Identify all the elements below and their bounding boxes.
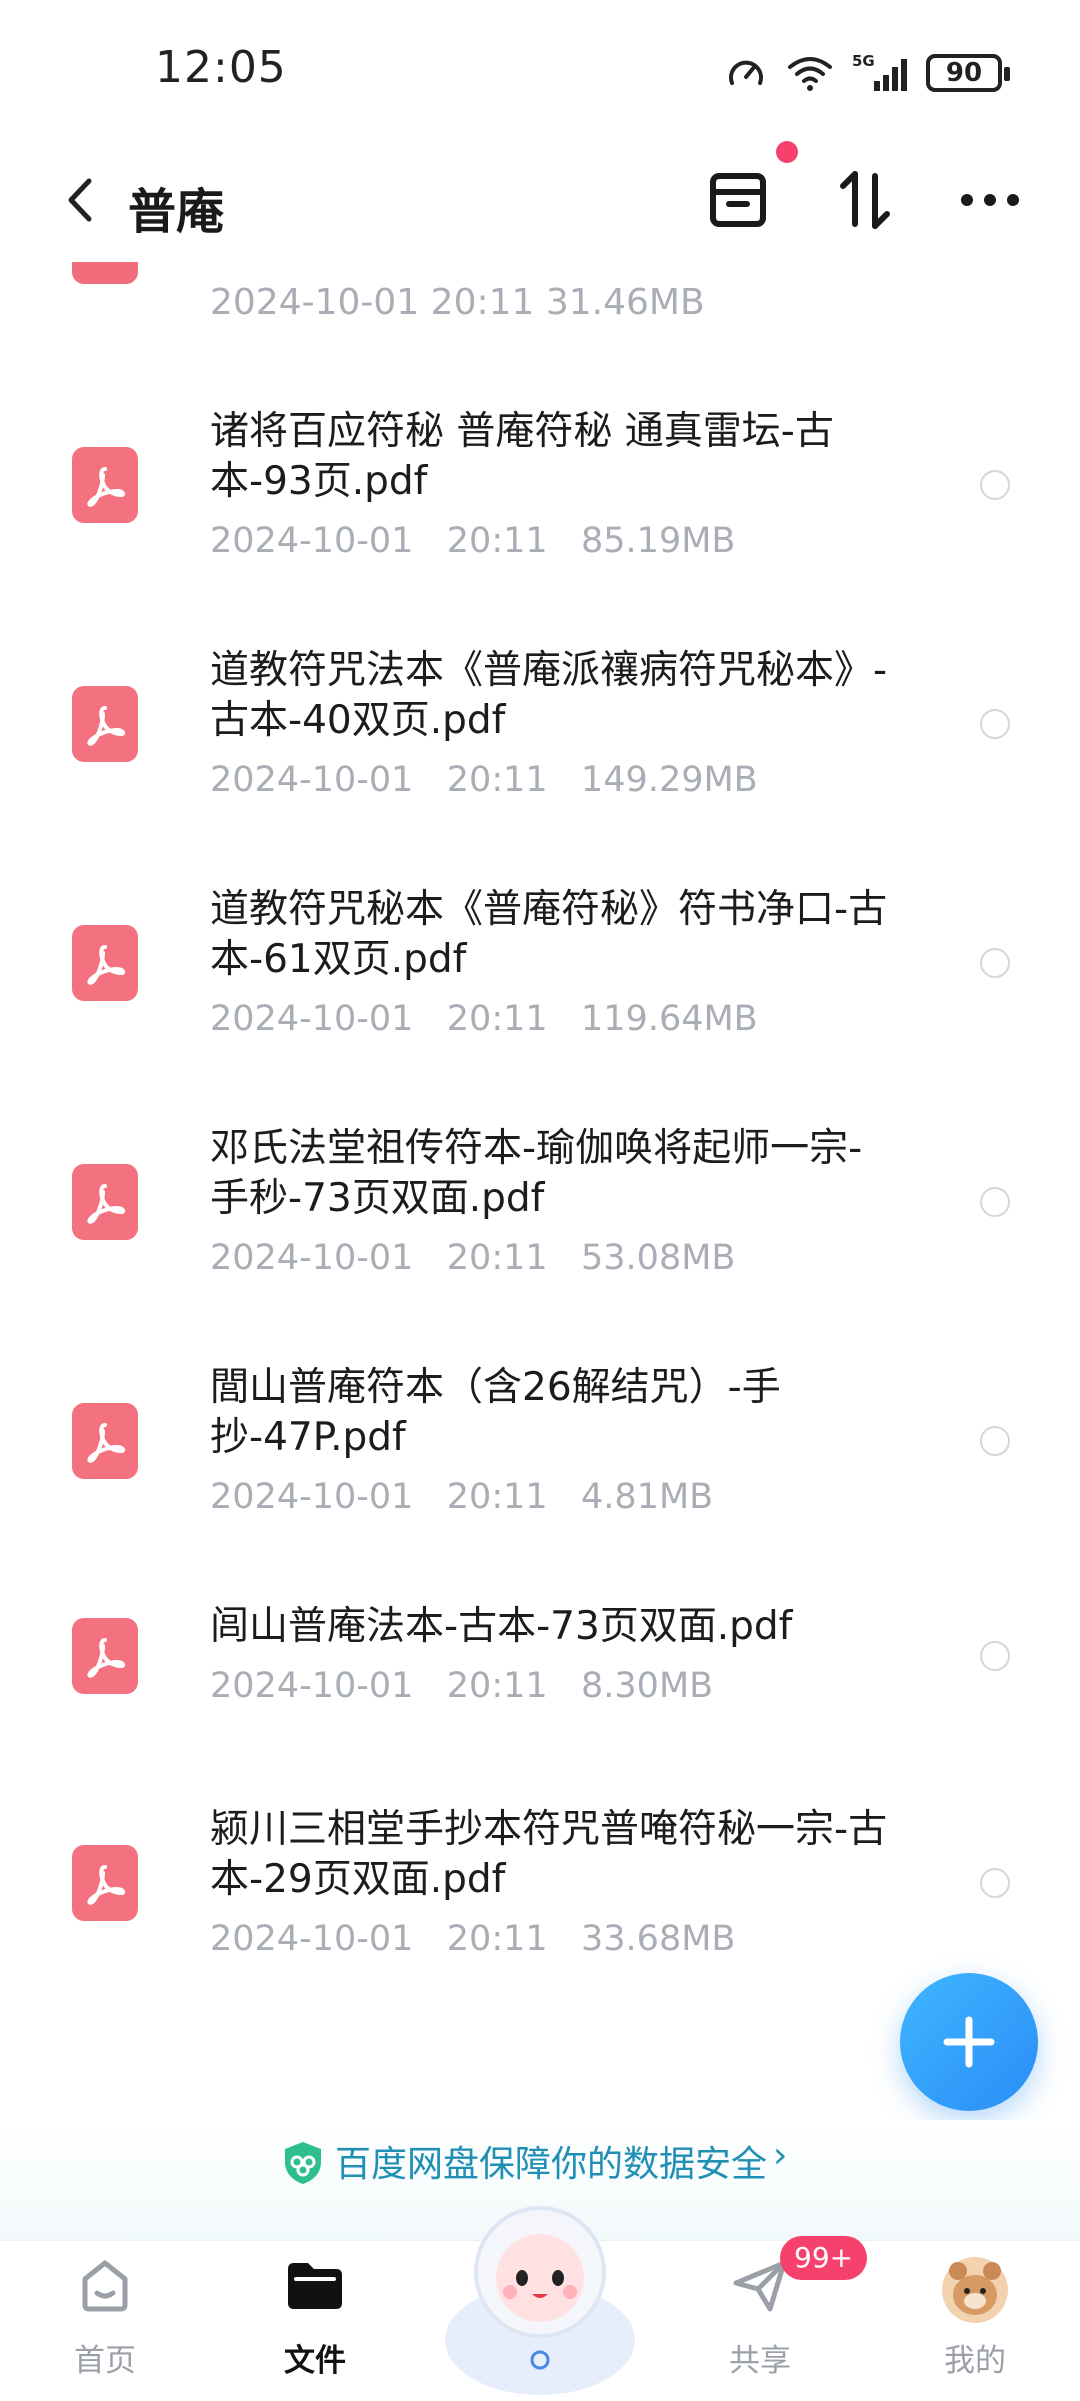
chevron-right-icon: › [773,2135,788,2176]
file-meta: 2024-10-01 20:11 4.81MB [210,1477,714,1517]
status-bar: 12:05 5G 90 [0,0,1080,140]
select-radio[interactable] [980,1868,1010,1898]
pdf-icon [72,1618,138,1694]
nav-home[interactable] [35,2255,175,2319]
back-button[interactable] [50,170,110,230]
file-meta: 2024-10-01 20:11 119.64MB [210,999,758,1039]
wifi-icon [788,57,832,91]
plus-icon [943,2016,995,2068]
file-name: 邓氏法堂祖传符本-瑜伽唤将起师一宗-手秒-73页双面.pdf [210,1126,863,1221]
speed-icon [729,60,763,85]
shield-icon [285,2142,321,2184]
select-radio[interactable] [980,1426,1010,1456]
select-radio[interactable] [980,709,1010,739]
select-radio[interactable] [980,1187,1010,1217]
pdf-icon [72,1403,138,1479]
status-icons: 5G 90 [724,48,1010,98]
more-button[interactable] [955,165,1025,235]
file-name: 閭山普庵符本（含26解结咒）-手抄-47P.pdf [210,1365,781,1460]
file-name: 诸将百应符秘 普庵符秘 通真雷坛-古本-93页.pdf [210,409,834,504]
pdf-icon [72,1164,138,1240]
sort-button[interactable] [830,165,900,235]
file-name: 闾山普庵法本-古本-73页双面.pdf [210,1604,793,1649]
share-badge: 99+ [780,2236,868,2280]
file-meta: 2024-10-01 20:11 85.19MB [210,521,736,561]
add-fab-button[interactable] [900,1973,1038,2111]
more-icon [961,194,1019,206]
status-time: 12:05 [155,42,287,93]
file-meta: 2024-10-01 20:11 149.29MB [210,760,758,800]
nav-share-label: 共享 [729,2343,791,2379]
nav-files-label: 文件 [284,2343,346,2379]
select-radio[interactable] [980,948,1010,978]
file-meta: 2024-10-01 20:11 8.30MB [210,1666,714,1706]
mascot-button[interactable] [430,2180,650,2400]
file-name: 道教符咒秘本《普庵符秘》符书净口-古本-61双页.pdf [210,887,888,982]
pdf-icon [72,686,138,762]
pdf-icon [72,1845,138,1921]
sort-icon [840,171,890,229]
folder-icon [288,2263,342,2309]
select-radio[interactable] [980,470,1010,500]
app-header: 普庵 [0,140,1080,260]
pdf-icon [72,262,138,284]
chevron-left-icon [68,178,92,222]
nav-mine-label: 我的 [944,2343,1006,2379]
notification-dot [776,141,798,163]
svg-text:5G: 5G [852,52,875,70]
nav-mine[interactable] [905,2255,1045,2329]
file-meta: 2024-10-01 20:11 53.08MB [210,1238,736,1278]
tray-icon [710,173,766,227]
battery-indicator: 90 [926,54,1010,92]
transfer-list-button[interactable] [703,165,773,235]
file-name: 颍川三相堂手抄本符咒普唵符秘一宗-古本-29页双面.pdf [210,1807,888,1902]
file-meta: 2024-10-01 20:11 31.46MB [210,282,705,323]
page-title: 普庵 [128,184,225,240]
signal-5g-icon: 5G [852,52,907,91]
file-name: 道教符咒法本《普庵派禳病符咒秘本》-古本-40双页.pdf [210,648,888,743]
avatar [942,2257,1008,2323]
select-radio[interactable] [980,1641,1010,1671]
home-icon [82,2260,128,2312]
pdf-icon [72,925,138,1001]
nav-home-label: 首页 [74,2343,136,2379]
pdf-icon [72,447,138,523]
file-meta: 2024-10-01 20:11 33.68MB [210,1919,736,1959]
nav-files[interactable] [245,2255,385,2319]
